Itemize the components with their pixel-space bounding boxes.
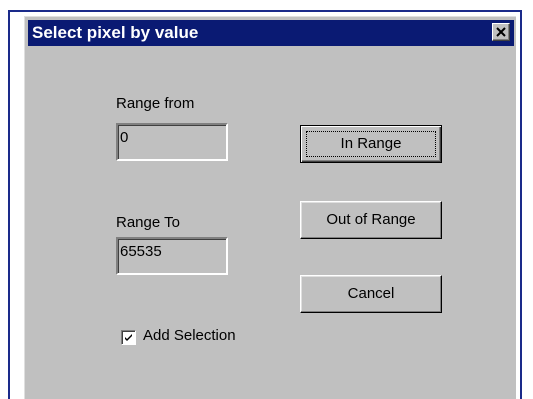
add-selection-checkbox[interactable] (121, 330, 136, 345)
cancel-button-label: Cancel (347, 285, 395, 302)
out-of-range-button-label: Out of Range (326, 211, 416, 228)
title-bar[interactable]: Select pixel by value (28, 20, 514, 46)
in-range-button[interactable]: In Range (300, 125, 442, 163)
checkmark-icon (125, 334, 132, 341)
out-of-range-button[interactable]: Out of Range (300, 201, 442, 239)
close-button[interactable] (492, 23, 510, 41)
dialog-title: Select pixel by value (32, 23, 199, 42)
background-frame-top (8, 10, 522, 12)
range-to-field[interactable]: 65535 (116, 237, 228, 275)
cancel-button[interactable]: Cancel (300, 275, 442, 313)
background-frame-left (8, 10, 10, 399)
range-from-label: Range from (116, 95, 195, 112)
range-from-field[interactable]: 0 (116, 123, 228, 161)
background-frame-right (520, 10, 522, 399)
focus-rectangle (306, 131, 436, 157)
close-icon (496, 27, 506, 37)
add-selection-label[interactable]: Add Selection (143, 327, 236, 344)
select-pixel-dialog: Select pixel by value Range from 0 Range… (24, 16, 516, 399)
range-to-label: Range To (116, 214, 180, 231)
